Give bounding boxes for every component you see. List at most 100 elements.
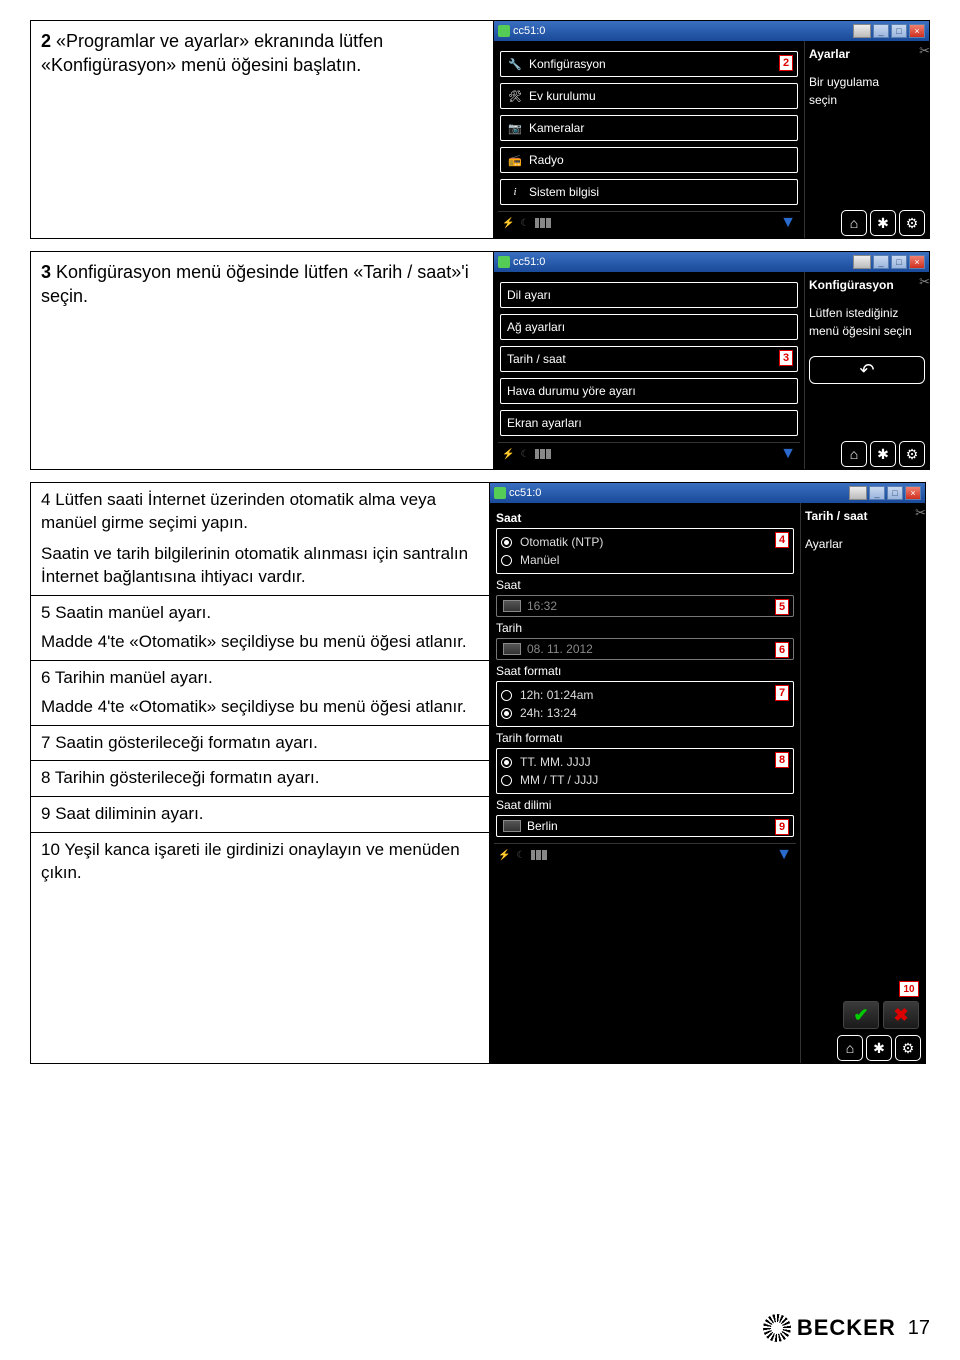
label-tarihfmt: Tarih formatı: [496, 731, 794, 745]
page-footer: BECKER 17: [763, 1314, 930, 1342]
gear-icon[interactable]: ⚙: [899, 441, 925, 467]
time-input[interactable]: 16:32 5: [496, 595, 794, 617]
plug-icon: ⚡: [502, 218, 514, 229]
arrow-down-icon: ▼: [776, 846, 792, 864]
menu-ag[interactable]: Ağ ayarları: [500, 314, 798, 340]
sun-icon: [763, 1314, 791, 1342]
back-button[interactable]: ↶: [809, 356, 925, 384]
menu-kamera[interactable]: 📷 Kameralar: [500, 115, 798, 141]
badge-10: 10: [899, 981, 919, 997]
menu-radyo[interactable]: 📻 Radyo: [500, 147, 798, 173]
sidebar-sub: Bir uygulama seçin: [809, 73, 925, 109]
confirm-button[interactable]: ✔: [843, 1001, 879, 1029]
camera-icon: 📷: [507, 121, 523, 135]
badge-5: 5: [775, 599, 789, 615]
window-titlebar: cc51:0 _ □ ×: [494, 252, 929, 272]
header-saat: Saat: [496, 511, 794, 525]
window-titlebar: cc51:0 _ □ ×: [490, 483, 925, 503]
home-icon[interactable]: ⌂: [841, 441, 867, 467]
mode-group[interactable]: Otomatik (NTP) Manüel 4: [496, 528, 794, 574]
minimize-icon[interactable]: _: [873, 24, 889, 38]
sidebar-sub: Lütfen istediğiniz menü öğesini seçin: [809, 304, 925, 340]
gear-icon[interactable]: ⚙: [895, 1035, 921, 1061]
plug-icon: ⚡: [498, 850, 510, 861]
tool-icon: 🛠: [507, 89, 523, 103]
maximize-icon[interactable]: □: [887, 486, 903, 500]
flower-icon[interactable]: ✱: [870, 210, 896, 236]
close-icon[interactable]: ×: [909, 255, 925, 269]
menu-tarih[interactable]: Tarih / saat 3: [500, 346, 798, 372]
label-dilim: Saat dilimi: [496, 798, 794, 812]
step-10-text: 10 Yeşil kanca işareti ile girdinizi ona…: [31, 833, 489, 891]
radio-auto[interactable]: [501, 537, 512, 548]
home-icon[interactable]: ⌂: [837, 1035, 863, 1061]
menu-hava[interactable]: Hava durumu yöre ayarı: [500, 378, 798, 404]
badge-4: 4: [775, 532, 789, 548]
timefmt-group[interactable]: 12h: 01:24am 24h: 13:24 7: [496, 681, 794, 727]
badge-3: 3: [779, 350, 793, 366]
gear-icon[interactable]: ⚙: [899, 210, 925, 236]
label-tarih: Tarih: [496, 621, 794, 635]
maximize-icon[interactable]: □: [891, 255, 907, 269]
page-number: 17: [908, 1317, 930, 1340]
radio-12h[interactable]: [501, 690, 512, 701]
window-title: cc51:0: [513, 25, 545, 37]
screenshot-2: cc51:0 _ □ × ✂ Dil ayarı Ağ ayarları Tar…: [494, 252, 929, 469]
menu-ev[interactable]: 🛠 Ev kurulumu: [500, 83, 798, 109]
window-titlebar: cc51:0 _ □ ×: [494, 21, 929, 41]
sidebar-title: Tarih / saat: [805, 509, 921, 523]
badge-9: 9: [775, 819, 789, 835]
print-icon[interactable]: [853, 255, 871, 269]
radio-df1[interactable]: [501, 757, 512, 768]
menu-konfig[interactable]: 🔧 Konfigürasyon 2: [500, 51, 798, 77]
sidebar-title: Konfigürasyon: [809, 278, 925, 292]
moon-icon: ☾: [516, 850, 525, 861]
flower-icon[interactable]: ✱: [866, 1035, 892, 1061]
moon-icon: ☾: [520, 449, 529, 460]
step-7-text: 7 Saatin gösterileceği formatın ayarı.: [31, 726, 489, 762]
radio-df2[interactable]: [501, 775, 512, 786]
print-icon[interactable]: [849, 486, 867, 500]
datefmt-group[interactable]: TT. MM. JJJJ MM / TT / JJJJ 8: [496, 748, 794, 794]
wrench-icon: 🔧: [507, 57, 523, 71]
flower-icon[interactable]: ✱: [870, 441, 896, 467]
sidebar-title: Ayarlar: [809, 47, 925, 61]
minimize-icon[interactable]: _: [869, 486, 885, 500]
step-9-text: 9 Saat diliminin ayarı.: [31, 797, 489, 833]
plug-icon: ⚡: [502, 449, 514, 460]
info-icon: i: [507, 185, 523, 199]
cancel-button[interactable]: ✖: [883, 1001, 919, 1029]
minimize-icon[interactable]: _: [873, 255, 889, 269]
radio-24h[interactable]: [501, 708, 512, 719]
step-5-text: 5 Saatin manüel ayarı. Madde 4'te «Otoma…: [31, 596, 489, 661]
label-saatfmt: Saat formatı: [496, 664, 794, 678]
close-icon[interactable]: ×: [909, 24, 925, 38]
window-title: cc51:0: [513, 256, 545, 268]
step-8-text: 8 Tarihin gösterileceği formatın ayarı.: [31, 761, 489, 797]
window-title: cc51:0: [509, 487, 541, 499]
menu-dil[interactable]: Dil ayarı: [500, 282, 798, 308]
moon-icon: ☾: [520, 218, 529, 229]
home-icon[interactable]: ⌂: [841, 210, 867, 236]
screenshot-1: cc51:0 _ □ × ✂ 🔧 Konfigürasyon 2 🛠 Ev ku…: [494, 21, 929, 238]
steps-table: 4 Lütfen saati İnternet üzerinden otomat…: [30, 482, 490, 1064]
status-bar: ⚡ ☾ ▼: [498, 442, 800, 465]
status-bar: ⚡ ☾ ▼: [494, 843, 796, 866]
screenshot-3: cc51:0 _ □ × ✂ Saat Otomatik (NTP) Manüe…: [490, 482, 926, 1064]
step-6-text: 6 Tarihin manüel ayarı. Madde 4'te «Otom…: [31, 661, 489, 726]
badge-8: 8: [775, 752, 789, 768]
step-4-text: 4 Lütfen saati İnternet üzerinden otomat…: [31, 483, 489, 596]
step-3-text: 3 Konfigürasyon menü öğesinde lütfen «Ta…: [31, 252, 494, 469]
maximize-icon[interactable]: □: [891, 24, 907, 38]
radio-icon: 📻: [507, 153, 523, 167]
print-icon[interactable]: [853, 24, 871, 38]
date-input[interactable]: 08. 11. 2012 6: [496, 638, 794, 660]
radio-manual[interactable]: [501, 555, 512, 566]
signal-icon: [531, 850, 551, 860]
arrow-down-icon: ▼: [780, 214, 796, 232]
signal-icon: [535, 449, 555, 459]
menu-ekran[interactable]: Ekran ayarları: [500, 410, 798, 436]
menu-sistem[interactable]: i Sistem bilgisi: [500, 179, 798, 205]
close-icon[interactable]: ×: [905, 486, 921, 500]
tz-input[interactable]: Berlin 9: [496, 815, 794, 837]
